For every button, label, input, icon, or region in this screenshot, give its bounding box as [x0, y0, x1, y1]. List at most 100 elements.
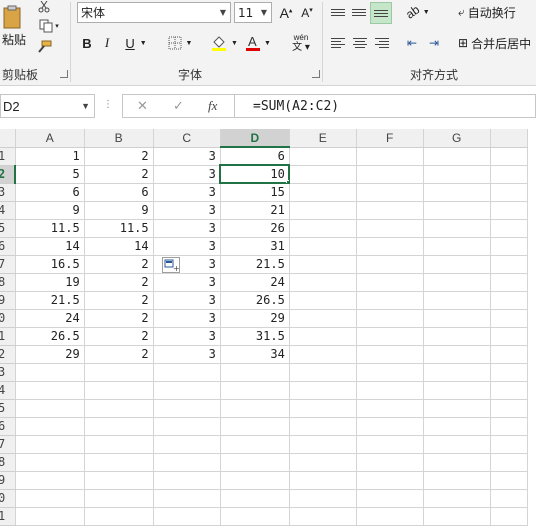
cell[interactable]	[356, 381, 424, 400]
cell[interactable]	[84, 453, 154, 472]
row-header[interactable]: 7	[0, 255, 16, 274]
cell[interactable]: 24	[220, 273, 290, 292]
row-header[interactable]: 8	[0, 273, 16, 292]
row-header[interactable]: 5	[0, 219, 16, 238]
cell[interactable]	[220, 399, 290, 418]
cell[interactable]	[356, 309, 424, 328]
column-header-h[interactable]	[490, 129, 529, 148]
cell[interactable]	[490, 435, 529, 454]
cell[interactable]	[356, 489, 424, 508]
cell[interactable]	[423, 219, 491, 238]
cell[interactable]	[356, 183, 424, 202]
cell[interactable]	[289, 165, 357, 184]
cell[interactable]	[490, 507, 529, 526]
paste-button[interactable]: 粘贴	[0, 0, 28, 52]
cell[interactable]	[84, 471, 154, 490]
row-header[interactable]: 1	[0, 147, 16, 166]
cell[interactable]	[356, 471, 424, 490]
cell[interactable]	[15, 471, 85, 490]
cell[interactable]	[84, 381, 154, 400]
cell[interactable]	[490, 417, 529, 436]
cell[interactable]	[153, 435, 221, 454]
font-name-select[interactable]: 宋体 ▼	[77, 2, 231, 23]
cell[interactable]: 16.5	[15, 255, 85, 274]
cell[interactable]: 11.5	[84, 219, 154, 238]
copy-button[interactable]: ▾	[34, 17, 64, 35]
cell[interactable]	[153, 507, 221, 526]
cell[interactable]	[356, 327, 424, 346]
cell[interactable]	[423, 489, 491, 508]
cell[interactable]	[84, 435, 154, 454]
cell[interactable]: 2	[84, 309, 154, 328]
row-header[interactable]: 1	[0, 507, 16, 526]
cell[interactable]: 34	[220, 345, 290, 364]
resize-handle-icon[interactable]: ⋮	[103, 99, 113, 110]
column-header-c[interactable]: C	[153, 129, 221, 148]
cell[interactable]: 3	[153, 273, 221, 292]
cut-button[interactable]	[34, 0, 54, 14]
cell[interactable]	[490, 363, 529, 382]
cell[interactable]	[220, 507, 290, 526]
cell[interactable]	[289, 327, 357, 346]
cell[interactable]	[15, 363, 85, 382]
cell[interactable]	[423, 273, 491, 292]
bold-button[interactable]: B	[78, 33, 96, 53]
cell[interactable]	[356, 165, 424, 184]
cell[interactable]	[220, 453, 290, 472]
cell[interactable]	[356, 453, 424, 472]
cell[interactable]: 26.5	[15, 327, 85, 346]
name-box[interactable]: D2 ▼	[0, 94, 95, 118]
cell[interactable]	[15, 435, 85, 454]
cell[interactable]	[289, 183, 357, 202]
row-header[interactable]: 3	[0, 363, 16, 382]
cell[interactable]	[423, 201, 491, 220]
cell[interactable]: 2	[84, 327, 154, 346]
cell[interactable]	[356, 435, 424, 454]
row-header[interactable]: 6	[0, 417, 16, 436]
column-header-g[interactable]: G	[423, 129, 491, 148]
cell[interactable]	[423, 507, 491, 526]
fill-color-button[interactable]: ▼	[207, 33, 241, 53]
align-bottom-button[interactable]	[370, 2, 392, 24]
border-button[interactable]: ▼	[164, 33, 196, 53]
column-header-b[interactable]: B	[84, 129, 154, 148]
cell[interactable]	[220, 489, 290, 508]
increase-indent-button[interactable]: ⇥	[424, 33, 444, 53]
row-header[interactable]: 2	[0, 345, 16, 364]
cell[interactable]: 2	[84, 165, 154, 184]
cell[interactable]	[490, 471, 529, 490]
cell[interactable]	[356, 237, 424, 256]
cell[interactable]	[356, 219, 424, 238]
cell[interactable]	[423, 183, 491, 202]
cell[interactable]	[289, 201, 357, 220]
cell[interactable]	[289, 381, 357, 400]
orientation-button[interactable]: ab ▼	[403, 2, 433, 22]
cell[interactable]	[15, 417, 85, 436]
row-header[interactable]: 8	[0, 453, 16, 472]
cell[interactable]: 21.5	[15, 291, 85, 310]
cell[interactable]: 3	[153, 345, 221, 364]
select-all-corner[interactable]	[0, 129, 16, 148]
cell[interactable]	[220, 435, 290, 454]
row-header[interactable]: 0	[0, 309, 16, 328]
cell[interactable]	[490, 381, 529, 400]
cell[interactable]: 21	[220, 201, 290, 220]
cell[interactable]	[490, 219, 529, 238]
cell[interactable]: 3	[153, 327, 221, 346]
row-header[interactable]: 9	[0, 291, 16, 310]
cell[interactable]	[423, 147, 491, 166]
cell[interactable]	[289, 471, 357, 490]
cell[interactable]	[356, 417, 424, 436]
cell[interactable]: 6	[220, 147, 290, 166]
cell[interactable]	[289, 147, 357, 166]
cell[interactable]	[220, 417, 290, 436]
row-header[interactable]: 4	[0, 381, 16, 400]
cell[interactable]	[356, 345, 424, 364]
cell[interactable]	[356, 363, 424, 382]
cell[interactable]: 3	[153, 219, 221, 238]
cell[interactable]	[289, 291, 357, 310]
cell[interactable]	[15, 489, 85, 508]
align-middle-button[interactable]	[349, 2, 369, 22]
cell[interactable]: 9	[15, 201, 85, 220]
enter-icon[interactable]: ✓	[173, 98, 184, 114]
